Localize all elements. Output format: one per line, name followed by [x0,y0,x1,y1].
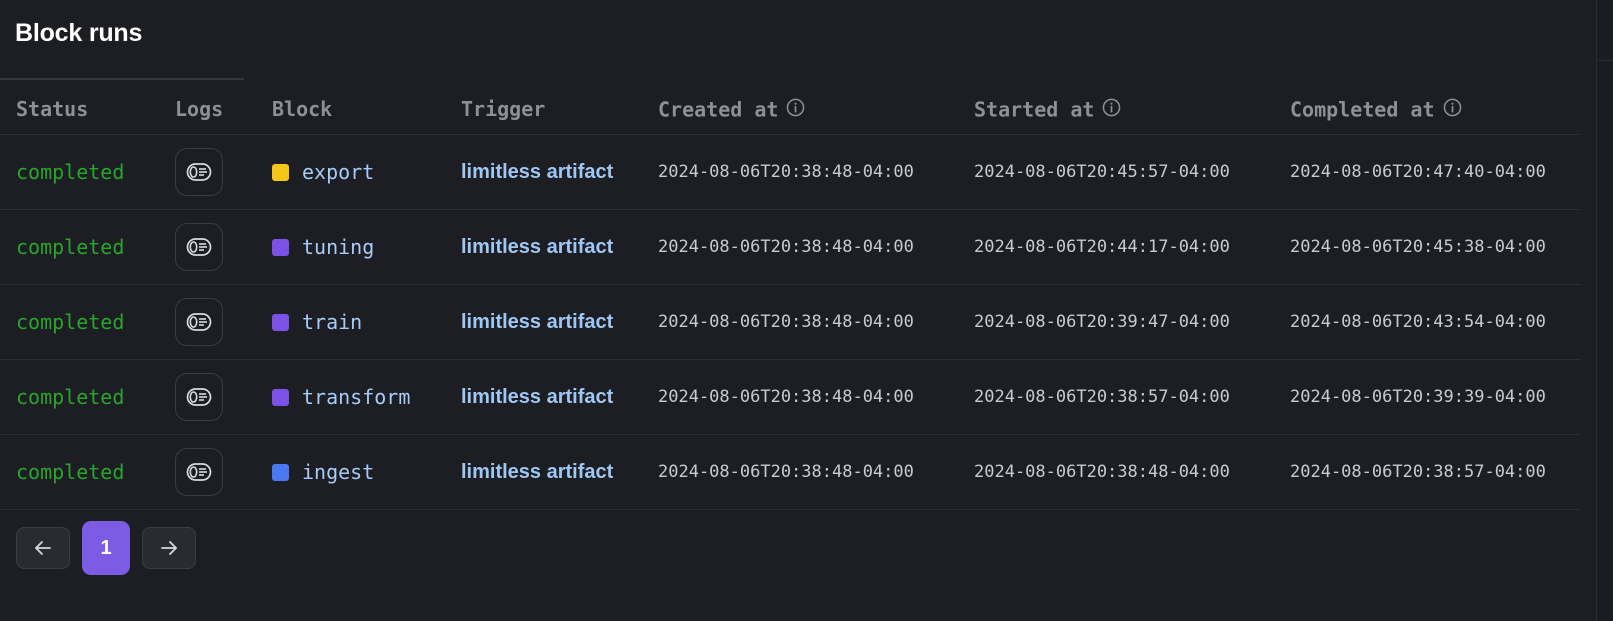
block-link[interactable]: ingest [272,460,461,484]
table-row[interactable]: completed transform limitless artifact 2… [0,359,1581,435]
block-color-swatch [272,388,289,406]
created-at-value: 2024-08-06T20:38:48-04:00 [658,162,914,182]
started-at-value: 2024-08-06T20:38:57-04:00 [974,387,1230,407]
block-link[interactable]: tuning [272,235,461,259]
trigger-link[interactable]: limitless artifact [461,161,613,183]
completed-at-value: 2024-08-06T20:43:54-04:00 [1290,312,1546,332]
column-header-logs[interactable]: Logs [175,84,272,135]
next-page-button[interactable] [142,527,196,569]
logs-button[interactable] [175,373,223,421]
started-at-value: 2024-08-06T20:44:17-04:00 [974,237,1230,257]
table-row[interactable]: completed tuning limitless artifact 2024… [0,209,1581,285]
table-header-row: Status Logs Block Trigger Created at Sta… [0,84,1581,135]
logs-button[interactable] [175,148,223,196]
column-header-completed-at[interactable]: Completed at [1290,84,1581,135]
completed-at-value: 2024-08-06T20:39:39-04:00 [1290,387,1546,407]
logs-icon [186,388,212,406]
status-text: completed [16,310,125,334]
completed-at-value: 2024-08-06T20:47:40-04:00 [1290,162,1546,182]
block-link[interactable]: transform [272,385,461,409]
scrollbar-thumb[interactable] [1597,0,1613,61]
column-header-block[interactable]: Block [272,84,461,135]
started-at-value: 2024-08-06T20:45:57-04:00 [974,162,1230,182]
column-header-status[interactable]: Status [0,84,175,135]
arrow-left-icon [35,541,51,555]
created-at-value: 2024-08-06T20:38:48-04:00 [658,237,914,257]
info-icon[interactable] [1443,98,1462,117]
trigger-link[interactable]: limitless artifact [461,311,613,333]
block-color-swatch [272,463,289,481]
status-text: completed [16,385,125,409]
logs-icon [186,313,212,331]
page-title: Block runs [15,19,143,47]
block-color-swatch [272,238,289,256]
column-header-trigger[interactable]: Trigger [461,84,658,135]
previous-page-button[interactable] [16,527,70,569]
column-header-started-at[interactable]: Started at [974,84,1290,135]
logs-button[interactable] [175,448,223,496]
started-at-value: 2024-08-06T20:38:48-04:00 [974,462,1230,482]
status-text: completed [16,460,125,484]
page-number-button[interactable]: 1 [82,521,130,575]
info-icon[interactable] [786,98,805,117]
scrollbar[interactable] [1596,0,1613,621]
block-runs-table: Status Logs Block Trigger Created at Sta… [0,84,1581,510]
table-row[interactable]: completed ingest limitless artifact 2024… [0,434,1581,510]
created-at-value: 2024-08-06T20:38:48-04:00 [658,387,914,407]
block-link[interactable]: train [272,310,461,334]
logs-icon [186,463,212,481]
table-row[interactable]: completed train limitless artifact 2024-… [0,284,1581,360]
arrow-right-icon [161,541,177,555]
created-at-value: 2024-08-06T20:38:48-04:00 [658,462,914,482]
logs-icon [186,163,212,181]
logs-icon [186,238,212,256]
block-link[interactable]: export [272,160,461,184]
table-row[interactable]: completed export limitless artifact 2024… [0,134,1581,210]
column-header-created-at[interactable]: Created at [658,84,974,135]
completed-at-value: 2024-08-06T20:38:57-04:00 [1290,462,1546,482]
title-underline [0,78,244,80]
pagination: 1 [16,521,196,575]
block-color-swatch [272,313,289,331]
logs-button[interactable] [175,223,223,271]
status-text: completed [16,235,125,259]
created-at-value: 2024-08-06T20:38:48-04:00 [658,312,914,332]
status-text: completed [16,160,125,184]
started-at-value: 2024-08-06T20:39:47-04:00 [974,312,1230,332]
block-color-swatch [272,163,289,181]
trigger-link[interactable]: limitless artifact [461,386,613,408]
trigger-link[interactable]: limitless artifact [461,461,613,483]
completed-at-value: 2024-08-06T20:45:38-04:00 [1290,237,1546,257]
logs-button[interactable] [175,298,223,346]
trigger-link[interactable]: limitless artifact [461,236,613,258]
info-icon[interactable] [1102,98,1121,117]
